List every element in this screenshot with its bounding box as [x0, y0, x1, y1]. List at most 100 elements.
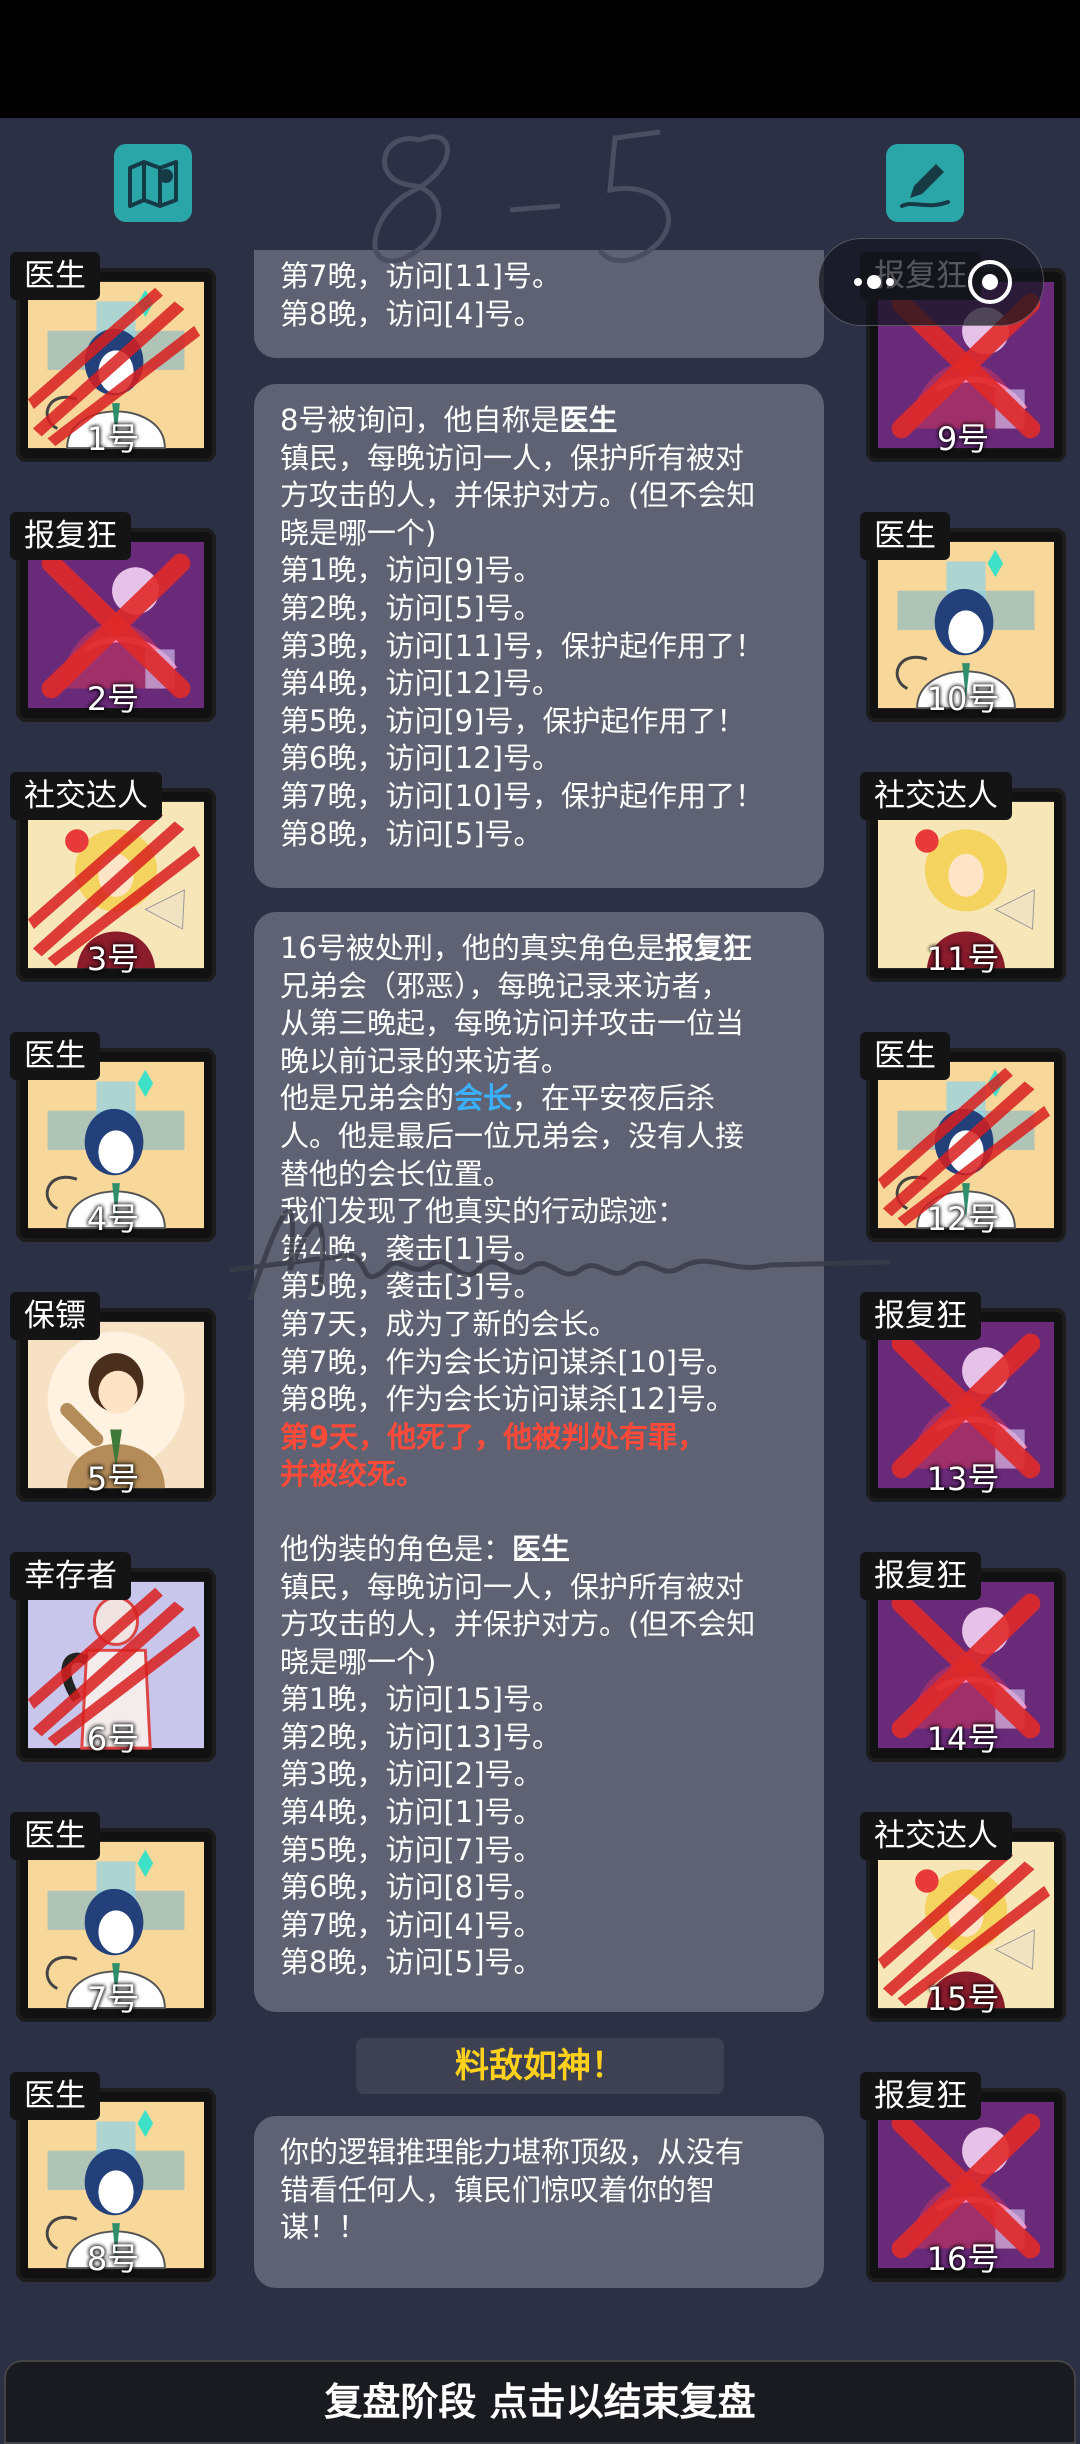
- message-line: 第8晚，访问[5]号。: [280, 816, 543, 851]
- player-number: 12号: [926, 1200, 1000, 1238]
- player-number: 7号: [86, 1980, 140, 2018]
- player-role-label: 社交达人: [860, 1812, 1012, 1860]
- player-card[interactable]: 社交达人 3号: [10, 772, 216, 982]
- player-role-label: 报复狂: [860, 1292, 981, 1340]
- edit-icon: [900, 164, 950, 208]
- message-line: 第4晚，袭击[1]号。: [280, 1231, 543, 1266]
- map-icon: [128, 160, 178, 208]
- message-bubble-execution: 16号被处刑，他的真实角色是报复狂 兄弟会（邪恶），每晚记录来访者， 从第三晚起，…: [254, 912, 824, 2012]
- message-line: 镇民，每晚访问一人，保护所有被对: [280, 440, 745, 475]
- player-card[interactable]: 社交达人 15号: [860, 1812, 1066, 2022]
- message-line: 第5晚，访问[7]号。: [280, 1832, 543, 1867]
- player-number: 13号: [926, 1460, 1000, 1498]
- message-line: 第9天，他死了，他被判处有罪，: [280, 1419, 707, 1454]
- player-card[interactable]: 医生 12号: [860, 1032, 1066, 1242]
- message-bubble-partial: 第7晚，访问[11]号。 第8晚，访问[4]号。: [254, 250, 824, 358]
- player-role-label: 医生: [10, 252, 100, 300]
- player-role-label: 社交达人: [10, 772, 162, 820]
- message-line: 方攻击的人，并保护对方。(但不会知: [280, 478, 756, 513]
- end-review-button[interactable]: 复盘阶段 点击以结束复盘: [4, 2360, 1076, 2444]
- message-line: 第2晚，访问[5]号。: [280, 590, 543, 625]
- more-dots-icon[interactable]: [848, 267, 908, 297]
- achievement-banner: 料敌如神！: [356, 2038, 724, 2094]
- message-line: 第5晚，袭击[3]号。: [280, 1269, 543, 1304]
- player-role-label: 社交达人: [860, 772, 1012, 820]
- message-line: 第7晚，访问[4]号。: [280, 1907, 543, 1942]
- leader-line: 他是兄弟会的会长，在平安夜后杀: [280, 1081, 716, 1116]
- message-bubble-summary: 你的逻辑推理能力堪称顶级，从没有 错看任何人，镇民们惊叹着你的智 谋！！: [254, 2116, 824, 2288]
- player-number: 5号: [86, 1460, 140, 1498]
- message-line: 晚以前记录的来访者。: [280, 1043, 571, 1078]
- message-line: 第4晚，访问[1]号。: [280, 1795, 543, 1830]
- player-card[interactable]: 医生 7号: [10, 1812, 216, 2022]
- player-number: 16号: [926, 2240, 1000, 2278]
- message-line: 兄弟会（邪恶），每晚记录来访者，: [280, 968, 730, 1003]
- player-role-label: 医生: [10, 2072, 100, 2120]
- player-role-label: 报复狂: [860, 2072, 981, 2120]
- message-line: 第7晚，作为会长访问谋杀[10]号。: [280, 1344, 735, 1379]
- player-number: 6号: [86, 1720, 140, 1758]
- player-role-label: 保镖: [10, 1292, 100, 1340]
- player-role-label: 报复狂: [10, 512, 131, 560]
- player-card[interactable]: 医生 4号: [10, 1032, 216, 1242]
- message-line: 我们发现了他真实的行动踪迹：: [280, 1194, 687, 1229]
- message-line: 方攻击的人，并保护对方。(但不会知: [280, 1607, 756, 1642]
- message-bubble-interrogation: 8号被询问，他自称是医生 镇民，每晚访问一人，保护所有被对 方攻击的人，并保护对方…: [254, 384, 824, 888]
- player-card[interactable]: 社交达人 11号: [860, 772, 1066, 982]
- player-number: 9号: [936, 420, 990, 458]
- message-title: 8号被询问，他自称是医生: [280, 403, 618, 437]
- message-line: 第7晚，访问[11]号。: [280, 259, 561, 293]
- message-line: 第1晚，访问[9]号。: [280, 553, 543, 588]
- message-line: 晓是哪一个): [280, 1644, 437, 1679]
- target-close-icon[interactable]: [965, 257, 1015, 307]
- player-role-label: 报复狂: [860, 1552, 981, 1600]
- player-role-label: 医生: [10, 1812, 100, 1860]
- message-line: 第3晚，访问[2]号。: [280, 1757, 543, 1792]
- player-card[interactable]: 医生 10号: [860, 512, 1066, 722]
- message-line: 从第三晚起，每晚访问并攻击一位当: [280, 1006, 745, 1041]
- capsule-menu[interactable]: [818, 238, 1044, 326]
- player-number: 14号: [926, 1720, 1000, 1758]
- message-line: 你的逻辑推理能力堪称顶级，从没有: [280, 2135, 745, 2169]
- player-number: 10号: [926, 680, 1000, 718]
- message-line: 第8晚，作为会长访问谋杀[12]号。: [280, 1382, 735, 1417]
- message-line: 第6晚，访问[8]号。: [280, 1870, 543, 1905]
- player-role-label: 幸存者: [10, 1552, 131, 1600]
- player-number: 8号: [86, 2240, 140, 2278]
- player-card[interactable]: 医生 8号: [10, 2072, 216, 2282]
- disguise-title: 他伪装的角色是：医生: [280, 1531, 571, 1566]
- message-line: 第4晚，访问[12]号。: [280, 666, 561, 701]
- message-line: 并被绞死。: [280, 1457, 426, 1492]
- player-card[interactable]: 报复狂 14号: [860, 1552, 1066, 1762]
- player-role-label: 医生: [10, 1032, 100, 1080]
- message-line: 错看任何人，镇民们惊叹着你的智: [280, 2172, 716, 2207]
- player-card[interactable]: 医生 1号: [10, 252, 216, 462]
- player-card[interactable]: 报复狂 2号: [10, 512, 216, 722]
- player-number: 4号: [86, 1200, 140, 1238]
- message-line: 人。他是最后一位兄弟会，没有人接: [280, 1118, 745, 1153]
- message-line: 晓是哪一个): [280, 515, 437, 550]
- message-line: 第2晚，访问[13]号。: [280, 1719, 561, 1754]
- message-line: 第8晚，访问[4]号。: [280, 296, 543, 331]
- message-line: 第1晚，访问[15]号。: [280, 1682, 561, 1717]
- player-number: 1号: [86, 420, 140, 458]
- player-number: 2号: [86, 680, 140, 718]
- message-line: 替他的会长位置。: [280, 1156, 513, 1191]
- message-line: 第3晚，访问[11]号，保护起作用了！: [280, 628, 764, 663]
- player-role-label: 医生: [860, 512, 950, 560]
- player-number: 3号: [86, 940, 140, 978]
- player-card[interactable]: 幸存者 6号: [10, 1552, 216, 1762]
- player-card[interactable]: 报复狂 13号: [860, 1292, 1066, 1502]
- map-button[interactable]: [114, 144, 192, 222]
- player-card[interactable]: 保镖 5号: [10, 1292, 216, 1502]
- player-number: 15号: [926, 1980, 1000, 2018]
- player-card[interactable]: 报复狂 16号: [860, 2072, 1066, 2282]
- edit-button[interactable]: [886, 144, 964, 222]
- player-role-label: 医生: [860, 1032, 950, 1080]
- message-line: 第7晚，访问[10]号，保护起作用了！: [280, 778, 764, 813]
- status-bar: [0, 0, 1080, 118]
- message-line: 第6晚，访问[12]号。: [280, 741, 561, 776]
- message-line: 谋！！: [280, 2210, 368, 2245]
- message-line: 第7天，成为了新的会长。: [280, 1306, 618, 1341]
